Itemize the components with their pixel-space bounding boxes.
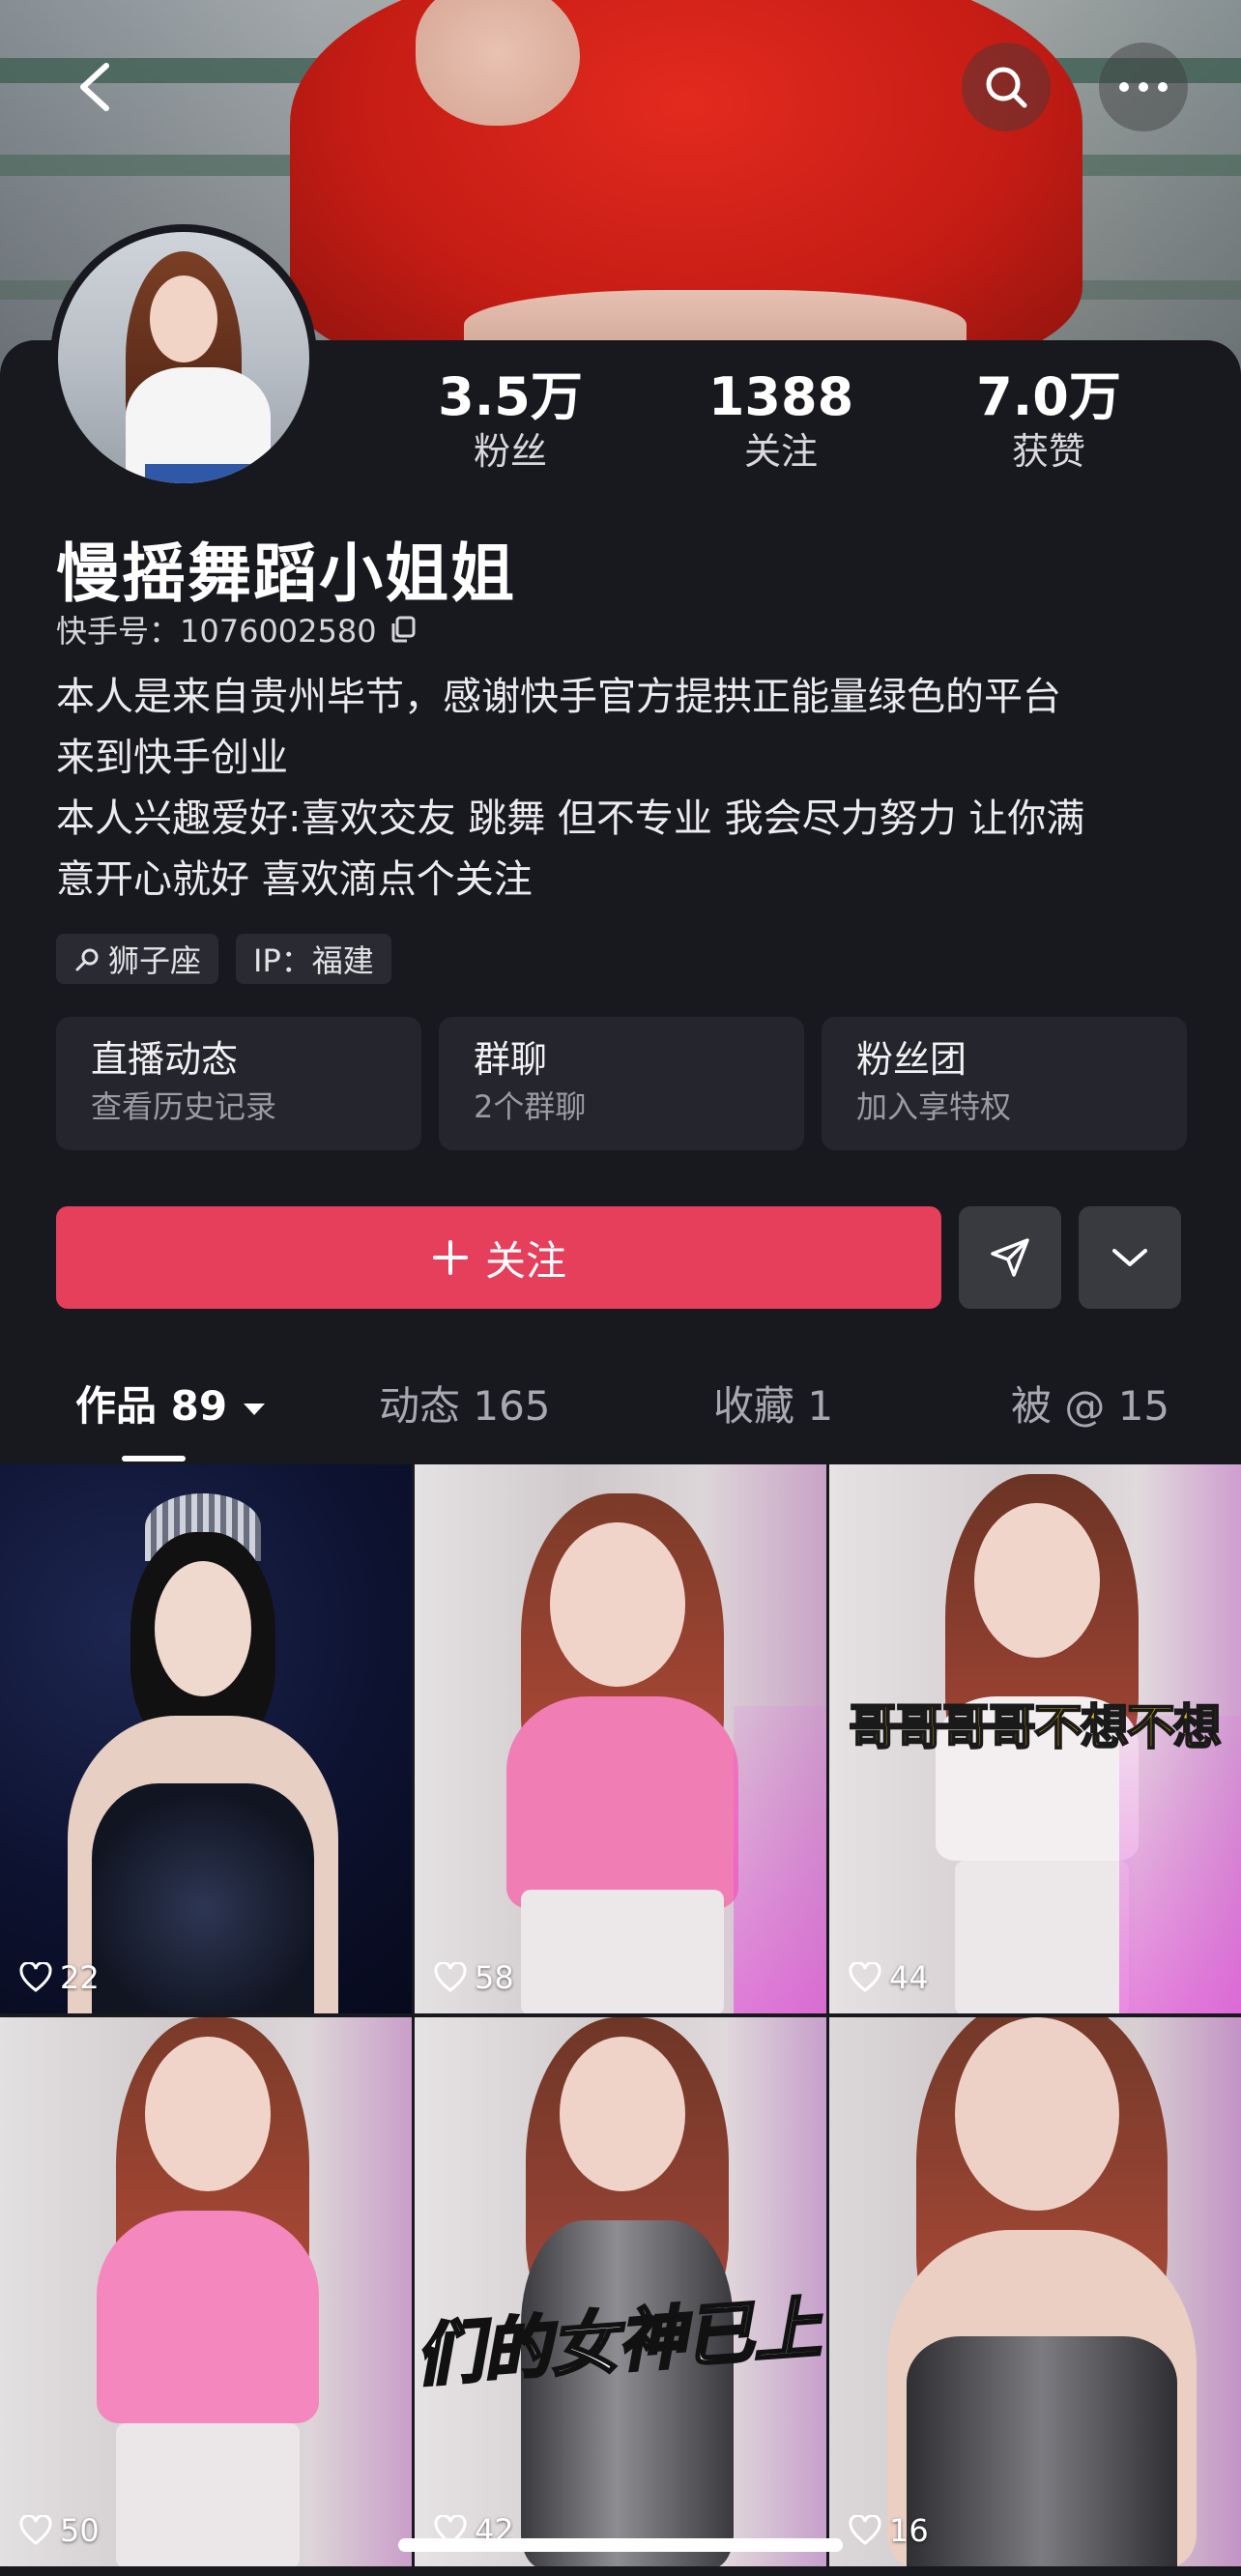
likes-count: 16 — [889, 2512, 929, 2549]
content-tabs: 作品 89 动态 165 收藏 1 被 @ 15 — [0, 1373, 1241, 1469]
chevron-down-icon — [1112, 1249, 1147, 1266]
card-subtitle: 查看历史记录 — [91, 1088, 277, 1125]
video-thumbnail[interactable]: 22 — [0, 1464, 412, 2013]
card-fan-club[interactable]: 粉丝团 加入享特权 — [822, 1017, 1187, 1150]
video-likes: 44 — [849, 1959, 929, 1996]
home-indicator[interactable] — [398, 2538, 843, 2552]
tab-mentions[interactable]: 被 @ 15 — [1011, 1373, 1169, 1440]
tag-label: IP：福建 — [253, 942, 374, 979]
copy-icon[interactable] — [389, 615, 418, 644]
profile-bio: 本人是来自贵州毕节，感谢快手官方提拱正能量绿色的平台 来到快手创业 本人兴趣爱好… — [56, 667, 1197, 911]
send-icon — [991, 1238, 1029, 1277]
stat-likes[interactable]: 7.0万 获赞 — [952, 367, 1145, 476]
follow-button[interactable]: 关注 — [56, 1206, 941, 1309]
kuaishou-id-row[interactable]: 快手号：1076002580 — [56, 607, 418, 651]
video-likes: 16 — [849, 2512, 929, 2549]
stat-value: 3.5万 — [438, 366, 583, 427]
feature-cards: 直播动态 查看历史记录 群聊 2个群聊 粉丝团 加入享特权 — [56, 1017, 1187, 1150]
tab-moments[interactable]: 动态 165 — [379, 1373, 551, 1440]
follow-label: 关注 — [484, 1236, 566, 1285]
bio-line: 本人兴趣爱好:喜欢交友 跳舞 但不专业 我会尽力努力 让你满 — [56, 796, 1085, 841]
bio-line: 意开心就好 喜欢滴点个关注 — [56, 857, 533, 902]
profile-page: 3.5万 粉丝 1388 关注 7.0万 获赞 慢摇舞蹈小姐姐 快手号：1076… — [0, 0, 1241, 2576]
heart-icon — [849, 1962, 881, 1992]
heart-icon — [19, 2515, 52, 2545]
stat-label: 关注 — [743, 430, 818, 473]
card-group-chat[interactable]: 群聊 2个群聊 — [439, 1017, 804, 1150]
card-subtitle: 加入享特权 — [856, 1088, 1012, 1125]
video-thumbnail[interactable]: 58 — [415, 1464, 826, 2013]
tab-label: 作品 89 — [75, 1382, 228, 1430]
video-caption-overlay: 们的女神已上 — [415, 2287, 824, 2397]
likes-count: 44 — [889, 1959, 929, 1996]
tag-label: 狮子座 — [108, 942, 202, 979]
card-title: 粉丝团 — [856, 1038, 967, 1081]
profile-stats: 3.5万 粉丝 1388 关注 7.0万 获赞 — [0, 367, 1241, 483]
likes-count: 50 — [60, 2512, 100, 2549]
likes-count: 22 — [60, 1959, 100, 1996]
more-dots-icon — [1119, 82, 1168, 92]
card-title: 直播动态 — [91, 1038, 239, 1081]
stat-label: 获赞 — [1011, 430, 1085, 473]
stat-label: 粉丝 — [473, 430, 547, 473]
expand-recommendations-button[interactable] — [1079, 1206, 1181, 1309]
video-thumbnail[interactable]: 们的女神已上 42 — [415, 2017, 826, 2566]
card-title: 群聊 — [474, 1038, 548, 1081]
stat-value: 1388 — [707, 366, 854, 427]
profile-actions: 关注 — [56, 1206, 1181, 1309]
video-thumbnail[interactable]: 哥哥哥哥不想不想 44 — [829, 1464, 1241, 2013]
stat-value: 7.0万 — [976, 366, 1121, 427]
likes-count: 58 — [475, 1959, 514, 1996]
more-options-button[interactable] — [1099, 43, 1188, 131]
profile-tags: 狮子座 IP：福建 — [56, 934, 391, 984]
heart-icon — [434, 1962, 467, 1992]
video-likes: 50 — [19, 2512, 100, 2549]
kuaishou-id: 快手号：1076002580 — [56, 613, 377, 650]
video-thumbnail[interactable]: 16 — [829, 2017, 1241, 2566]
send-message-button[interactable] — [959, 1206, 1061, 1309]
video-caption-overlay: 哥哥哥哥不想不想 — [848, 1698, 1223, 1756]
back-button[interactable] — [51, 43, 140, 131]
video-thumbnail[interactable]: 50 — [0, 2017, 412, 2566]
bio-line: 来到快手创业 — [56, 736, 288, 780]
stat-following[interactable]: 1388 关注 — [684, 367, 878, 476]
tag-ip-location: IP：福建 — [236, 934, 391, 984]
tab-works[interactable]: 作品 89 — [75, 1373, 267, 1440]
tab-favorites[interactable]: 收藏 1 — [713, 1373, 833, 1440]
video-grid: 22 58 哥哥哥哥不想不想 44 50 们的女神已上 42 16 — [0, 1464, 1241, 2566]
search-icon — [986, 67, 1027, 108]
video-likes: 22 — [19, 1959, 100, 1996]
heart-icon — [849, 2515, 881, 2545]
card-subtitle: 2个群聊 — [474, 1088, 587, 1125]
profile-name: 慢摇舞蹈小姐姐 — [56, 536, 516, 611]
video-likes: 58 — [434, 1959, 514, 1996]
card-live-history[interactable]: 直播动态 查看历史记录 — [56, 1017, 421, 1150]
caret-down-icon — [243, 1403, 265, 1415]
male-symbol-icon — [75, 948, 99, 971]
stat-fans[interactable]: 3.5万 粉丝 — [414, 367, 607, 476]
plus-icon — [432, 1240, 468, 1275]
active-tab-indicator — [122, 1456, 186, 1462]
search-button[interactable] — [962, 43, 1051, 131]
back-arrow-icon — [80, 63, 109, 111]
heart-icon — [19, 1962, 52, 1992]
bio-line: 本人是来自贵州毕节，感谢快手官方提拱正能量绿色的平台 — [56, 675, 1061, 719]
tag-constellation: 狮子座 — [56, 934, 219, 984]
